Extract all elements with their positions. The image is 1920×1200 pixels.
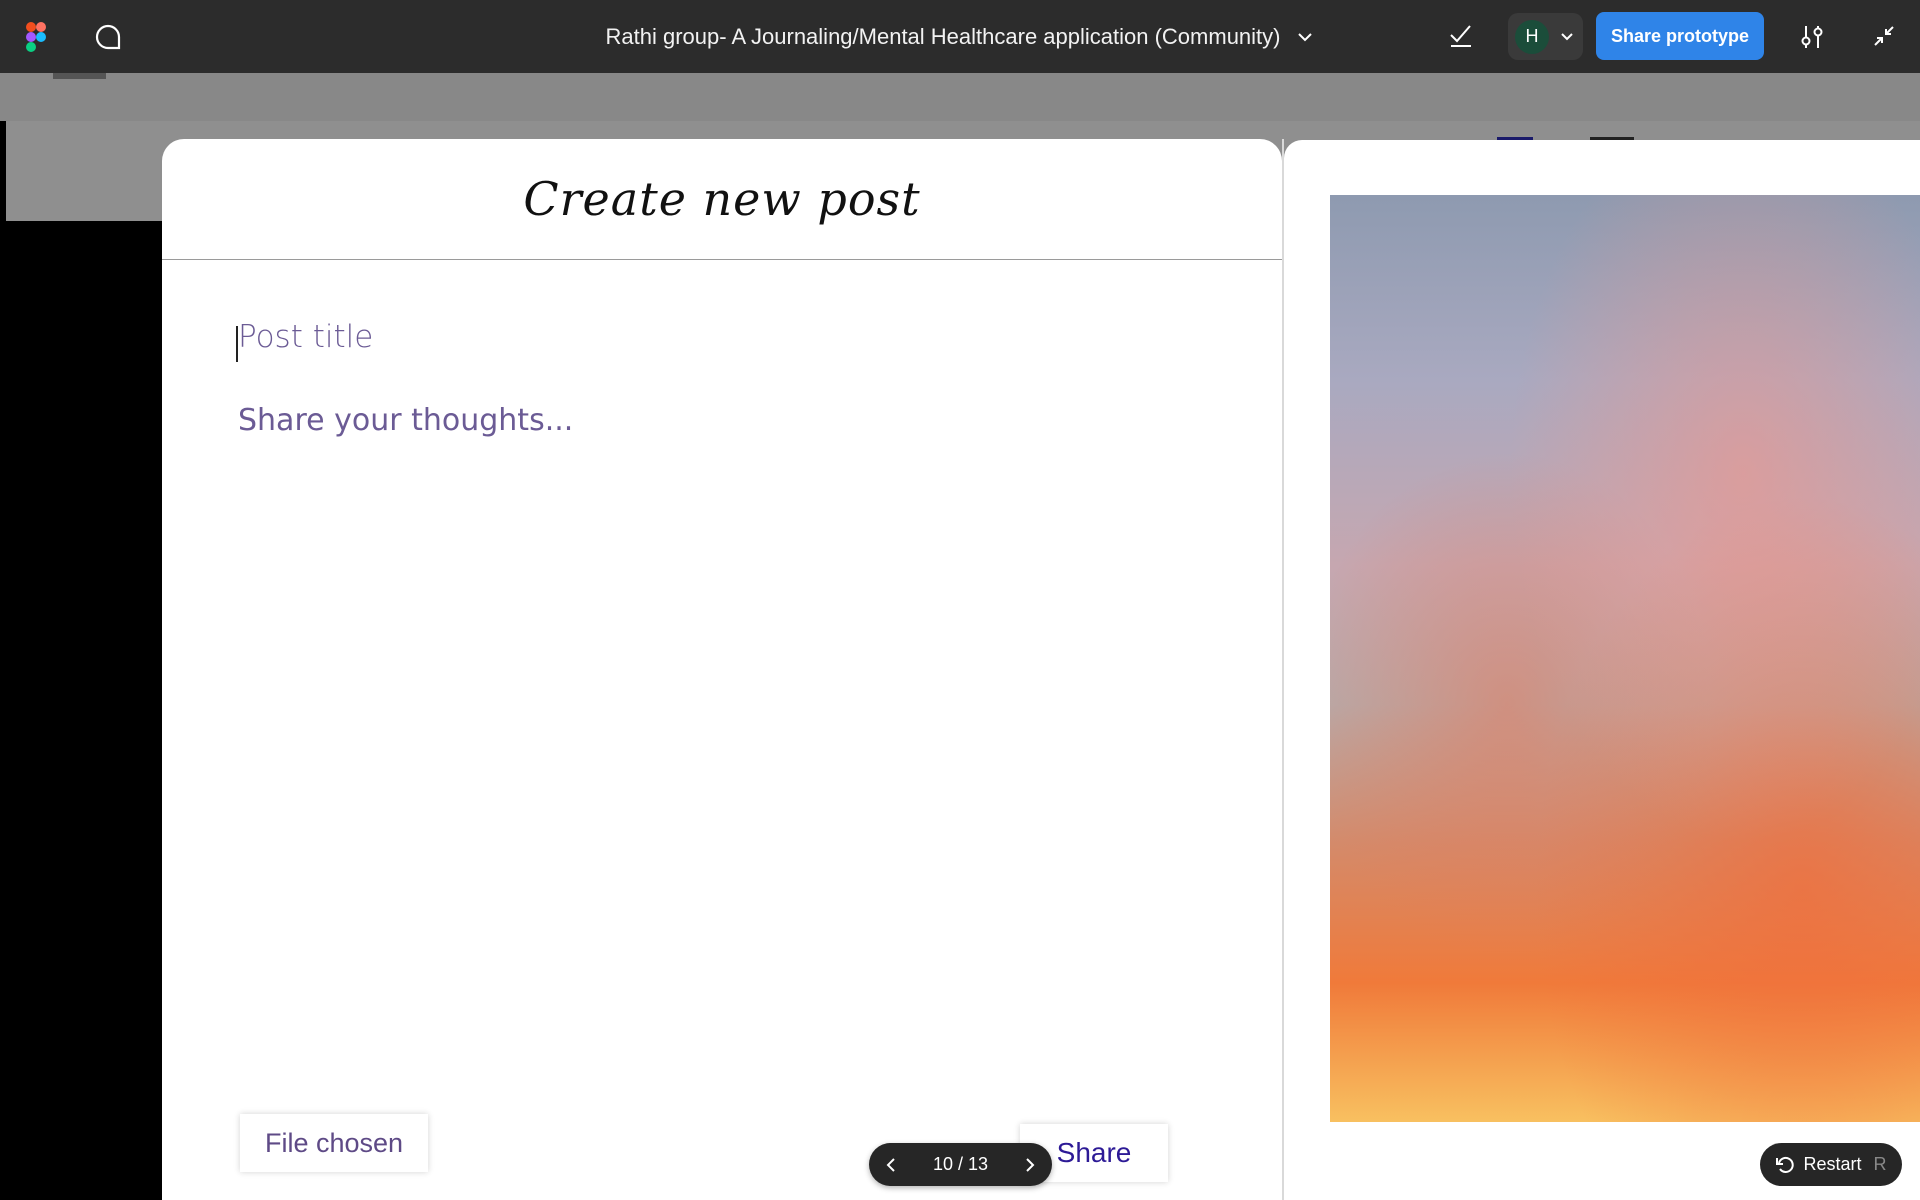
frame-pager: 10 / 13	[869, 1143, 1052, 1186]
restart-label: Restart	[1803, 1154, 1862, 1174]
panel-divider	[1282, 139, 1284, 1200]
next-frame-button[interactable]	[1008, 1143, 1052, 1186]
user-menu[interactable]: H	[1508, 13, 1583, 60]
settings-sliders-icon[interactable]	[1795, 20, 1829, 54]
modal-header: Create new post	[162, 139, 1282, 260]
restart-icon	[1776, 1156, 1795, 1173]
chevron-left-icon	[886, 1157, 895, 1172]
share-prototype-button[interactable]: Share prototype	[1596, 12, 1764, 60]
post-title-input[interactable]: Post title	[238, 319, 373, 355]
file-title[interactable]: Rathi group- A Journaling/Mental Healthc…	[605, 24, 1280, 50]
modal-title: Create new post	[523, 172, 921, 226]
comment-icon[interactable]	[90, 19, 126, 55]
chevron-down-icon	[1555, 25, 1579, 49]
previous-frame-button[interactable]	[869, 1143, 913, 1186]
post-body-input[interactable]: Share your thoughts...	[238, 403, 573, 438]
file-chooser-button[interactable]: File chosen	[240, 1114, 428, 1172]
figma-logo-icon[interactable]	[24, 20, 48, 54]
restart-shortcut: R	[1873, 1154, 1887, 1174]
prototype-toolbar: Rathi group- A Journaling/Mental Healthc…	[0, 0, 1920, 73]
checkmark-icon[interactable]	[1445, 20, 1477, 52]
background-strip	[0, 73, 1920, 121]
frame-counter: 10 / 13	[932, 1154, 989, 1174]
restart-button[interactable]: Restart R	[1760, 1143, 1902, 1186]
create-post-modal: Create new post Post title Share your th…	[162, 139, 1282, 1200]
chevron-down-icon[interactable]	[1295, 27, 1315, 47]
chevron-right-icon	[1026, 1157, 1035, 1172]
collapse-icon[interactable]	[1868, 20, 1900, 52]
avatar: H	[1515, 19, 1549, 54]
uploaded-image-preview	[1330, 195, 1920, 1122]
